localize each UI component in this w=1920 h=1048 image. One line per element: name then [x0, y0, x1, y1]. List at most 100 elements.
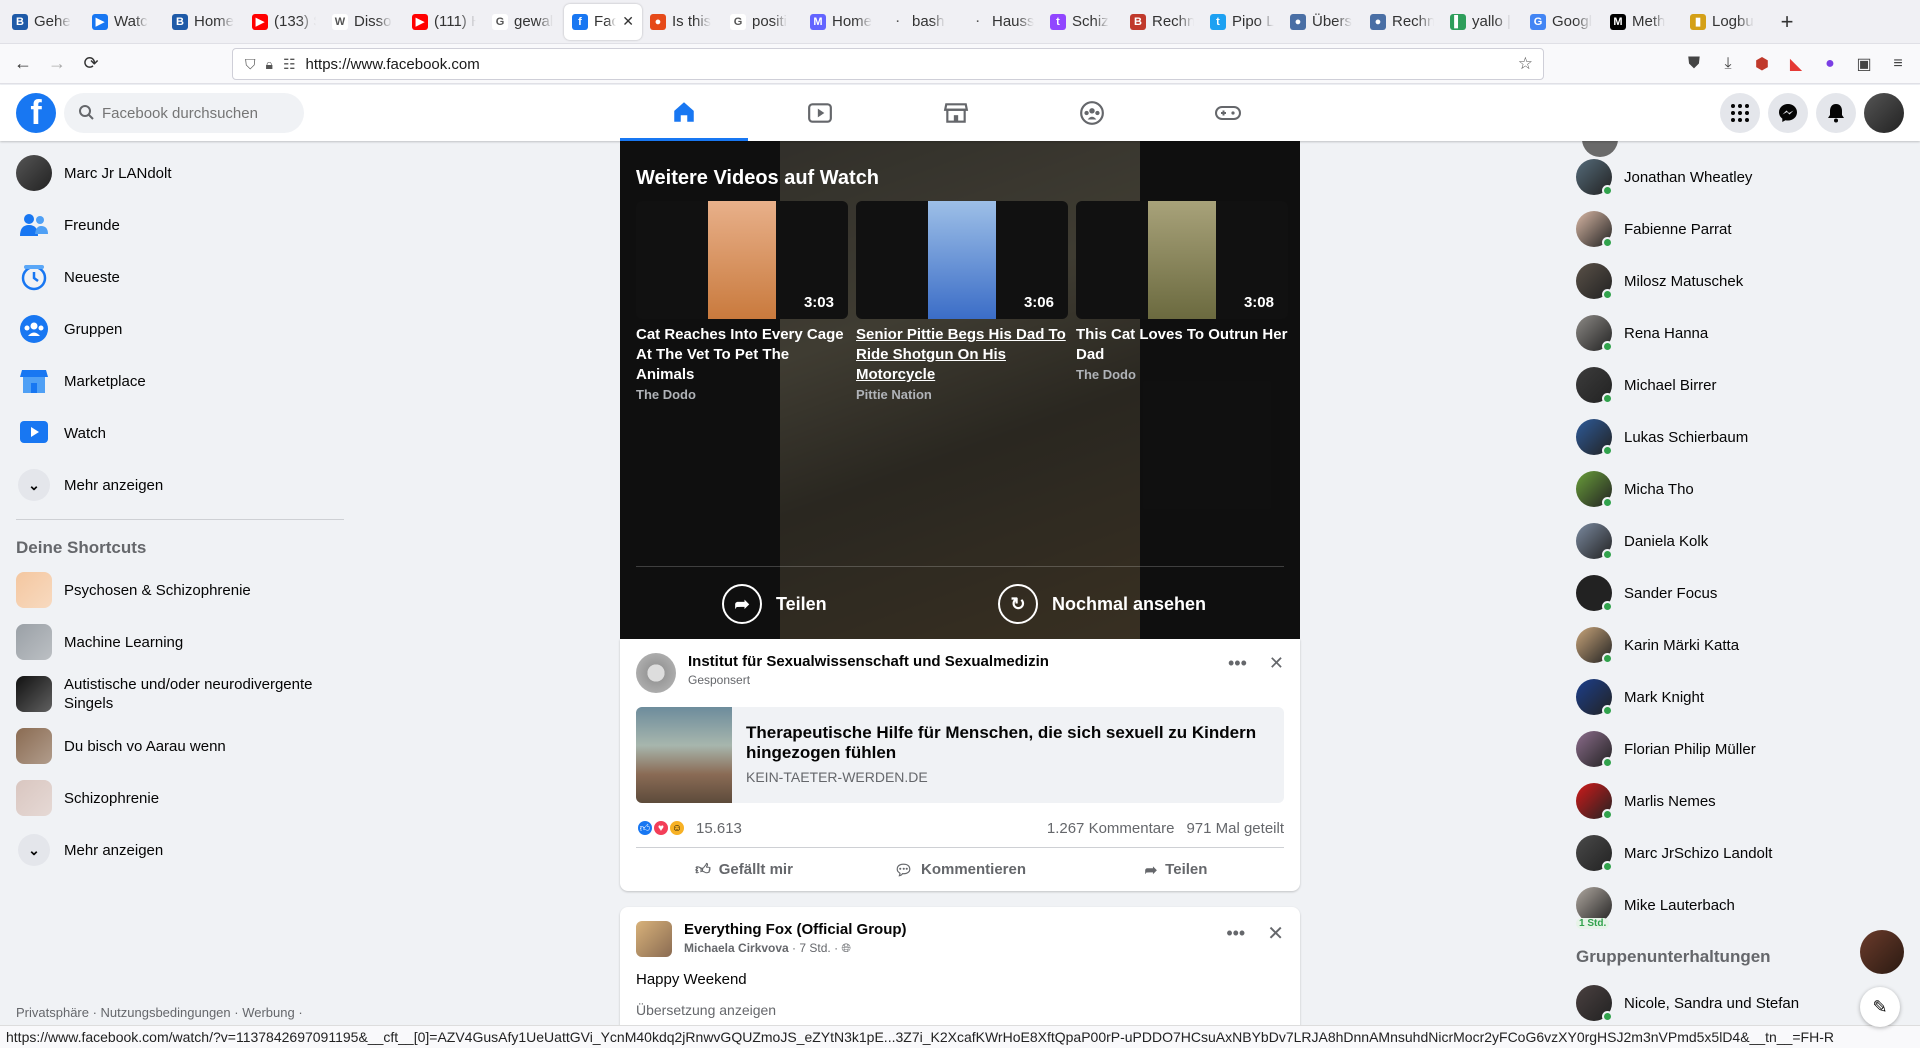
reactions-count[interactable]: 15.613	[696, 820, 742, 837]
contact-item[interactable]: Jonathan Wheatley	[1566, 151, 1920, 203]
more-options-icon[interactable]: •••	[1228, 653, 1247, 674]
browser-tab[interactable]: ▶ (111) H	[404, 4, 484, 40]
shortcuts-more-button[interactable]: ⌄ Mehr anzeigen	[0, 824, 360, 876]
video-title[interactable]: This Cat Loves To Outrun Her Dad	[1076, 325, 1288, 365]
forward-button[interactable]: →	[40, 47, 74, 81]
sidebar-item-more[interactable]: ⌄ Mehr anzeigen	[0, 459, 360, 511]
browser-tab[interactable]: f Fac ✕	[564, 3, 642, 40]
shares-count[interactable]: 971 Mal geteilt	[1186, 820, 1284, 837]
ad-link-card[interactable]: Therapeutische Hilfe für Menschen, die s…	[636, 707, 1284, 803]
facebook-logo[interactable]: f	[16, 93, 56, 133]
video-source[interactable]: Pittie Nation	[856, 387, 1068, 402]
video-title[interactable]: Senior Pittie Begs His Dad To Ride Shotg…	[856, 325, 1068, 385]
bookmark-star-icon[interactable]: ☆	[1518, 54, 1533, 74]
browser-tab[interactable]: t Pipo L	[1202, 4, 1282, 40]
like-button[interactable]: 👍︎ Gefällt mir	[636, 861, 852, 879]
menu-grid-button[interactable]	[1720, 93, 1760, 133]
group-name[interactable]: Everything Fox (Official Group)	[684, 921, 907, 938]
downloads-icon[interactable]: ⤓	[1714, 50, 1742, 78]
extension-grey-icon[interactable]: ▣	[1850, 50, 1878, 78]
suggested-video-card[interactable]: 3:03 Cat Reaches Into Every Cage At The V…	[636, 201, 848, 402]
browser-tab[interactable]: ● Übers	[1282, 4, 1362, 40]
contact-item[interactable]: Fabienne Parrat	[1566, 203, 1920, 255]
comment-button[interactable]: 💬︎ Kommentieren	[852, 861, 1068, 879]
translate-link[interactable]: Übersetzung anzeigen	[620, 988, 1300, 1018]
tab-watch[interactable]	[756, 85, 884, 141]
ublock-icon[interactable]: ⬢	[1748, 50, 1776, 78]
browser-tab[interactable]: Gpositi	[722, 4, 802, 40]
page-avatar[interactable]	[636, 653, 676, 693]
contact-item[interactable]: Rena Hanna	[1566, 307, 1920, 359]
new-message-button[interactable]: ✎	[1860, 987, 1900, 1027]
sponsored-label[interactable]: Gesponsert	[688, 673, 1049, 687]
tab-home[interactable]	[620, 85, 748, 141]
browser-tab[interactable]: · bash	[882, 4, 962, 40]
contact-item[interactable]: 1 Std. Mike Lauterbach	[1566, 879, 1920, 931]
video-source[interactable]: The Dodo	[1076, 367, 1288, 382]
pocket-icon[interactable]: ⛊	[1680, 50, 1708, 78]
browser-tab[interactable]: ● Is this	[642, 4, 722, 40]
url-bar[interactable]: ⛉ 🔒︎ ☷ https://www.facebook.com ☆	[232, 48, 1544, 80]
tab-gaming[interactable]	[1164, 85, 1292, 141]
footer-links[interactable]: Privatsphäre · Nutzungsbedingungen · Wer…	[16, 1005, 303, 1020]
browser-tab[interactable]: M Home	[802, 4, 882, 40]
browser-tab[interactable]: B Home	[164, 4, 244, 40]
shortcut-item[interactable]: Psychosen & Schizophrenie	[0, 564, 360, 616]
lock-icon[interactable]: 🔒︎	[266, 56, 273, 73]
contact-item[interactable]: Marlis Nemes	[1566, 775, 1920, 827]
more-options-icon[interactable]: •••	[1226, 923, 1245, 944]
contact-item[interactable]: Karin Märki Katta	[1566, 619, 1920, 671]
suggested-video-card[interactable]: 3:08 This Cat Loves To Outrun Her Dad The …	[1076, 201, 1288, 402]
browser-tab[interactable]: ▮ Logbu PLAYIN	[1682, 4, 1762, 40]
post-time[interactable]: 7 Std.	[799, 941, 830, 955]
page-name[interactable]: Institut für Sexualwissenschaft und Sexu…	[688, 653, 1049, 670]
extension-icon[interactable]: ◣	[1782, 50, 1810, 78]
contact-item[interactable]: Marc JrSchizo Landolt	[1566, 827, 1920, 879]
contact-item[interactable]: Michael Birrer	[1566, 359, 1920, 411]
replay-button[interactable]: ↻ Nochmal ansehen	[998, 584, 1206, 624]
sidebar-item-marketplace[interactable]: Marketplace	[0, 355, 360, 407]
contact-item[interactable]: Daniela Kolk	[1566, 515, 1920, 567]
contact-item[interactable]: Milosz Matuschek	[1566, 255, 1920, 307]
close-icon[interactable]: ✕	[1267, 921, 1284, 946]
sidebar-item-groups[interactable]: Gruppen	[0, 303, 360, 355]
shortcut-item[interactable]: Autistische und/oder neurodivergente Sin…	[0, 668, 360, 720]
share-button[interactable]: ➦ Teilen	[1068, 861, 1284, 879]
facebook-search[interactable]	[64, 93, 304, 133]
sidebar-item-friends[interactable]: Freunde	[0, 199, 360, 251]
sidebar-item-watch[interactable]: Watch	[0, 407, 360, 459]
back-button[interactable]: ←	[6, 47, 40, 81]
browser-tab[interactable]: B Gehe	[4, 4, 84, 40]
group-avatar[interactable]	[636, 921, 672, 957]
contact-item[interactable]: Lukas Schierbaum	[1566, 411, 1920, 463]
browser-tab[interactable]: ▌ yallo |	[1442, 4, 1522, 40]
extension-purple-icon[interactable]: ●	[1816, 50, 1844, 78]
browser-tab[interactable]: · Haussleit	[962, 4, 1042, 40]
browser-tab[interactable]: Ggewal	[484, 4, 564, 40]
video-title[interactable]: Cat Reaches Into Every Cage At The Vet T…	[636, 325, 848, 385]
haha-reaction-icon[interactable]: ☺	[668, 819, 686, 837]
contact-item[interactable]: Florian Philip Müller	[1566, 723, 1920, 775]
video-source[interactable]: The Dodo	[636, 387, 848, 402]
close-tab-icon[interactable]: ✕	[622, 13, 634, 30]
browser-tab[interactable]: W Disso	[324, 4, 404, 40]
video-thumbnail[interactable]: 3:08	[1076, 201, 1288, 319]
video-thumbnail[interactable]: 3:06	[856, 201, 1068, 319]
shortcut-item[interactable]: Machine Learning	[0, 616, 360, 668]
browser-tab[interactable]: t Schiz	[1042, 4, 1122, 40]
reload-button[interactable]: ⟳	[74, 47, 108, 81]
search-input[interactable]	[102, 104, 282, 122]
tab-marketplace[interactable]	[892, 85, 1020, 141]
url-text[interactable]: https://www.facebook.com	[306, 56, 480, 73]
shortcut-item[interactable]: Du bisch vo Aarau wenn	[0, 720, 360, 772]
browser-tab[interactable]: ● Rechn	[1362, 4, 1442, 40]
menu-icon[interactable]: ≡	[1884, 50, 1912, 78]
messenger-button[interactable]	[1768, 93, 1808, 133]
browser-tab[interactable]: G Googl	[1522, 4, 1602, 40]
shortcut-item[interactable]: Schizophrenie	[0, 772, 360, 824]
contact-item[interactable]: Mark Knight	[1566, 671, 1920, 723]
browser-tab[interactable]: ▶ Watc	[84, 4, 164, 40]
contact-item[interactable]: Sander Focus	[1566, 567, 1920, 619]
comments-count[interactable]: 1.267 Kommentare	[1047, 820, 1175, 837]
video-thumbnail[interactable]: 3:03	[636, 201, 848, 319]
